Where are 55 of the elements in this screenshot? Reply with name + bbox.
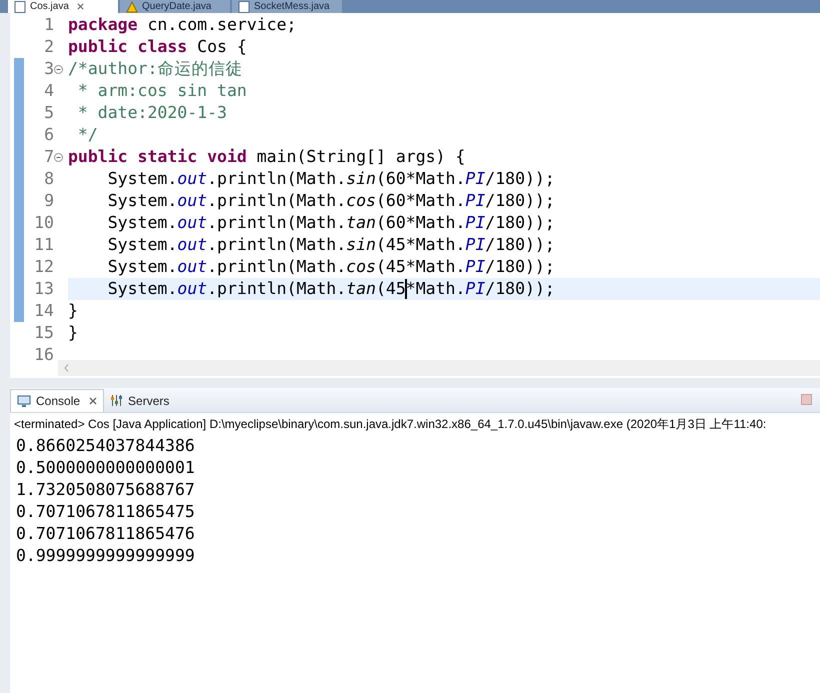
console-output-line: 0.7071067811865476 (16, 523, 196, 545)
code-line: public static void main(String[] args) { (68, 146, 466, 168)
code-line: System.out.println(Math.tan(60*Math.PI/180)); (106, 212, 556, 234)
line-number: 6 (43, 124, 54, 146)
editor-tab[interactable]: SocketMess.java (232, 0, 342, 13)
view-tab[interactable]: Servers (104, 389, 176, 412)
editor-tab[interactable]: QueryDate.java (120, 0, 230, 13)
line-number: 3 (43, 58, 54, 80)
code-line: */ (76, 124, 99, 146)
code-line: public class Cos { (68, 36, 248, 58)
code-line: System.out.println(Math.cos(45*Math.PI/180)); (106, 256, 556, 278)
line-number: 13 (33, 278, 54, 300)
line-number: 7 (43, 146, 54, 168)
code-line: * date:2020-1-3 (76, 102, 228, 124)
tab-label: Servers (128, 392, 170, 410)
code-line: System.out.println(Math.sin(45*Math.PI/180)); (106, 234, 556, 256)
line-number: 1 (43, 14, 54, 36)
line-number: 16 (33, 344, 54, 366)
console-output-line: 0.9999999999999999 (16, 545, 196, 567)
view-tab[interactable]: Console (10, 389, 104, 412)
close-icon[interactable] (89, 397, 98, 405)
sliders-icon (110, 394, 124, 407)
console-output-line: 1.7320508075688767 (16, 479, 196, 501)
line-number: 9 (43, 190, 54, 212)
tab-label: Console (36, 393, 80, 410)
monitor-icon (17, 394, 31, 408)
horizontal-scrollbar[interactable] (58, 360, 820, 376)
console-output-line: 0.8660254037844386 (16, 435, 196, 457)
console-header: <terminated> Cos [Java Application] D:\myeclipse\binary\com.sun.java.jdk7.win32.x86_64_1.7.0.u45\bin\javaw.exe (2020年1月3日 上午11:40: (13, 416, 768, 433)
text-cursor (404, 279, 407, 300)
tab-label: Cos.java (30, 2, 69, 12)
line-number: 10 (33, 212, 54, 234)
tab-label: SocketMess.java (254, 2, 330, 12)
line-number: 8 (43, 168, 54, 190)
code-line: System.out.println(Math.sin(60*Math.PI/180)); (106, 168, 556, 190)
collapse-icon[interactable] (54, 64, 63, 74)
line-number: 11 (33, 234, 54, 256)
code-line: package cn.com.service; (68, 14, 298, 36)
editor-tab[interactable]: Cos.java (8, 0, 118, 13)
line-number: 2 (43, 36, 54, 58)
console-output-line: 0.7071067811865475 (16, 501, 196, 523)
tab-label: QueryDate.java (142, 2, 212, 12)
line-number: 14 (33, 300, 54, 322)
code-line: System.out.println(Math.cos(60*Math.PI/180)); (106, 190, 556, 212)
line-number: 12 (33, 256, 54, 278)
code-line: } (68, 300, 79, 322)
line-number: 4 (43, 80, 54, 102)
code-line: * arm:cos sin tan (76, 80, 248, 102)
code-line: /*author:命运的信徒 (68, 58, 244, 80)
collapse-icon[interactable] (54, 152, 63, 162)
close-icon[interactable] (76, 3, 84, 10)
console-output-line: 0.5000000000000001 (16, 457, 196, 479)
line-number: 15 (33, 322, 54, 344)
line-number: 5 (43, 102, 54, 124)
code-line: } (68, 322, 79, 344)
